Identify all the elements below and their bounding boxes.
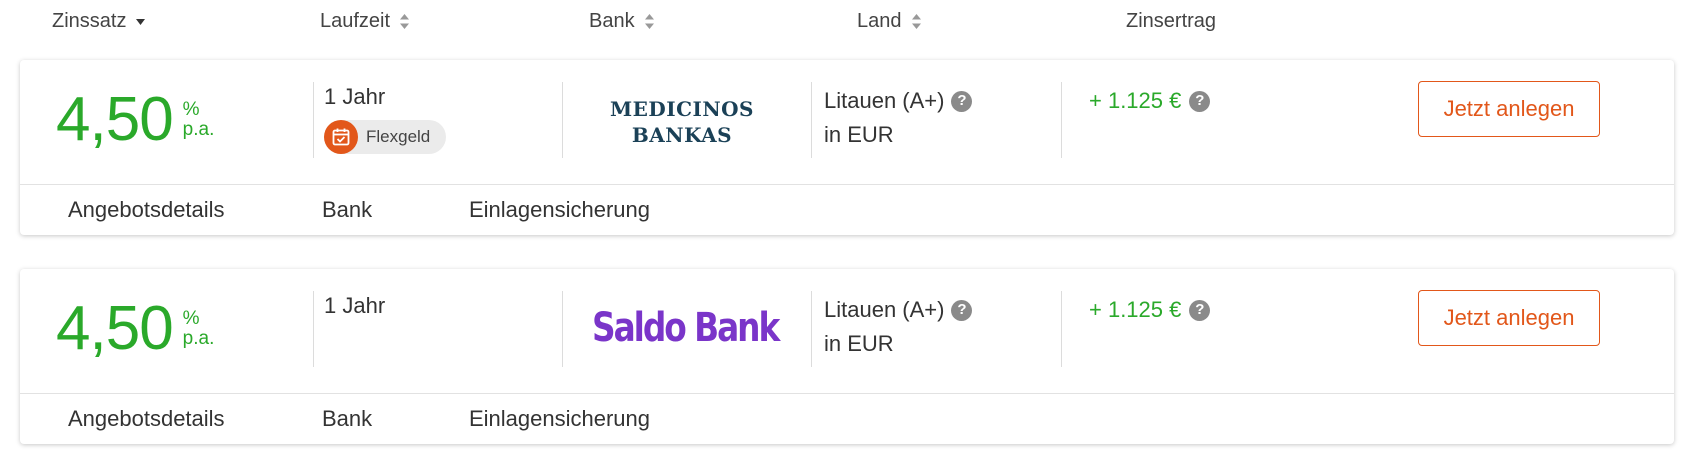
percent-label: % bbox=[182, 99, 200, 120]
interest-rate-unit: % p.a. bbox=[183, 309, 215, 349]
column-divider bbox=[313, 291, 314, 367]
interest-rate-value: 4,50 bbox=[56, 85, 174, 154]
column-label: Zinssatz bbox=[52, 10, 127, 32]
saldo-bank-logo: Saldo Bank bbox=[592, 305, 780, 351]
yield-value: + 1.125 € bbox=[1089, 88, 1182, 113]
tab-bank[interactable]: Bank bbox=[322, 406, 372, 432]
column-header-laufzeit[interactable]: Laufzeit bbox=[320, 10, 410, 33]
yield-value: + 1.125 € bbox=[1089, 297, 1182, 322]
invest-now-button[interactable]: Jetzt anlegen bbox=[1418, 81, 1600, 137]
interest-rate: 4,50 % p.a. bbox=[56, 86, 214, 154]
country-label: Litauen (A+) bbox=[824, 297, 945, 322]
invest-now-button[interactable]: Jetzt anlegen bbox=[1418, 290, 1600, 346]
logo-line: BANKAS bbox=[631, 123, 733, 147]
column-label: Zinsertrag bbox=[1126, 10, 1217, 32]
column-divider bbox=[811, 82, 812, 158]
column-label: Land bbox=[857, 10, 902, 32]
country-info: Litauen (A+) ? in EUR bbox=[824, 293, 973, 361]
interest-yield: + 1.125 € ? bbox=[1089, 84, 1211, 118]
term-value: 1 Jahr bbox=[324, 293, 386, 318]
offer-card: 4,50 % p.a. 1 Jahr Saldo Bank Litauen (A… bbox=[20, 269, 1674, 444]
tab-offer-details[interactable]: Angebotsdetails bbox=[68, 406, 225, 432]
column-divider bbox=[562, 82, 563, 158]
badge-label: Flexgeld bbox=[366, 127, 431, 146]
medicinos-bankas-logo: MEDICINOS BANKAS bbox=[592, 96, 772, 148]
currency-label: in EUR bbox=[824, 122, 894, 147]
help-icon[interactable]: ? bbox=[951, 90, 973, 112]
interest-yield: + 1.125 € ? bbox=[1089, 293, 1211, 327]
flexgeld-badge: Flexgeld bbox=[324, 120, 447, 154]
offer-card: 4,50 % p.a. 1 Jahr Flexgeld MEDICINOS BA… bbox=[20, 60, 1674, 235]
interest-rate-unit: % p.a. bbox=[183, 100, 215, 140]
logo-line: MEDICINOS bbox=[609, 97, 754, 121]
column-divider bbox=[562, 291, 563, 367]
term-value: 1 Jahr bbox=[324, 84, 386, 109]
sort-both-icon bbox=[644, 14, 654, 29]
interest-rate-value: 4,50 bbox=[56, 294, 174, 363]
country-info: Litauen (A+) ? in EUR bbox=[824, 84, 973, 152]
column-header-zinssatz[interactable]: Zinssatz bbox=[52, 10, 146, 33]
country-label: Litauen (A+) bbox=[824, 88, 945, 113]
sort-both-icon bbox=[400, 14, 410, 29]
tab-offer-details[interactable]: Angebotsdetails bbox=[68, 197, 225, 223]
tab-deposit-protection[interactable]: Einlagensicherung bbox=[469, 406, 650, 432]
currency-label: in EUR bbox=[824, 331, 894, 356]
column-divider bbox=[313, 82, 314, 158]
help-icon[interactable]: ? bbox=[1189, 299, 1211, 321]
help-icon[interactable]: ? bbox=[951, 299, 973, 321]
calendar-check-icon bbox=[324, 120, 358, 154]
column-label: Laufzeit bbox=[320, 10, 391, 32]
per-annum-label: p.a. bbox=[182, 328, 215, 349]
offer-tabs: Angebotsdetails Bank Einlagensicherung bbox=[20, 394, 1674, 444]
column-header-bank[interactable]: Bank bbox=[589, 10, 654, 33]
column-header-land[interactable]: Land bbox=[857, 10, 921, 33]
table-header: Zinssatz Laufzeit Bank Land Zinsertrag bbox=[0, 0, 1681, 50]
sort-desc-icon bbox=[136, 18, 146, 25]
offer-tabs: Angebotsdetails Bank Einlagensicherung bbox=[20, 185, 1674, 235]
tab-deposit-protection[interactable]: Einlagensicherung bbox=[469, 197, 650, 223]
sort-both-icon bbox=[911, 14, 921, 29]
percent-label: % bbox=[182, 308, 200, 329]
column-header-zinsertrag: Zinsertrag bbox=[1126, 10, 1216, 33]
column-label: Bank bbox=[589, 10, 635, 32]
column-divider bbox=[811, 291, 812, 367]
help-icon[interactable]: ? bbox=[1189, 90, 1211, 112]
column-divider bbox=[1061, 291, 1062, 367]
tab-bank[interactable]: Bank bbox=[322, 197, 372, 223]
interest-rate: 4,50 % p.a. bbox=[56, 295, 214, 363]
column-divider bbox=[1061, 82, 1062, 158]
per-annum-label: p.a. bbox=[182, 119, 215, 140]
